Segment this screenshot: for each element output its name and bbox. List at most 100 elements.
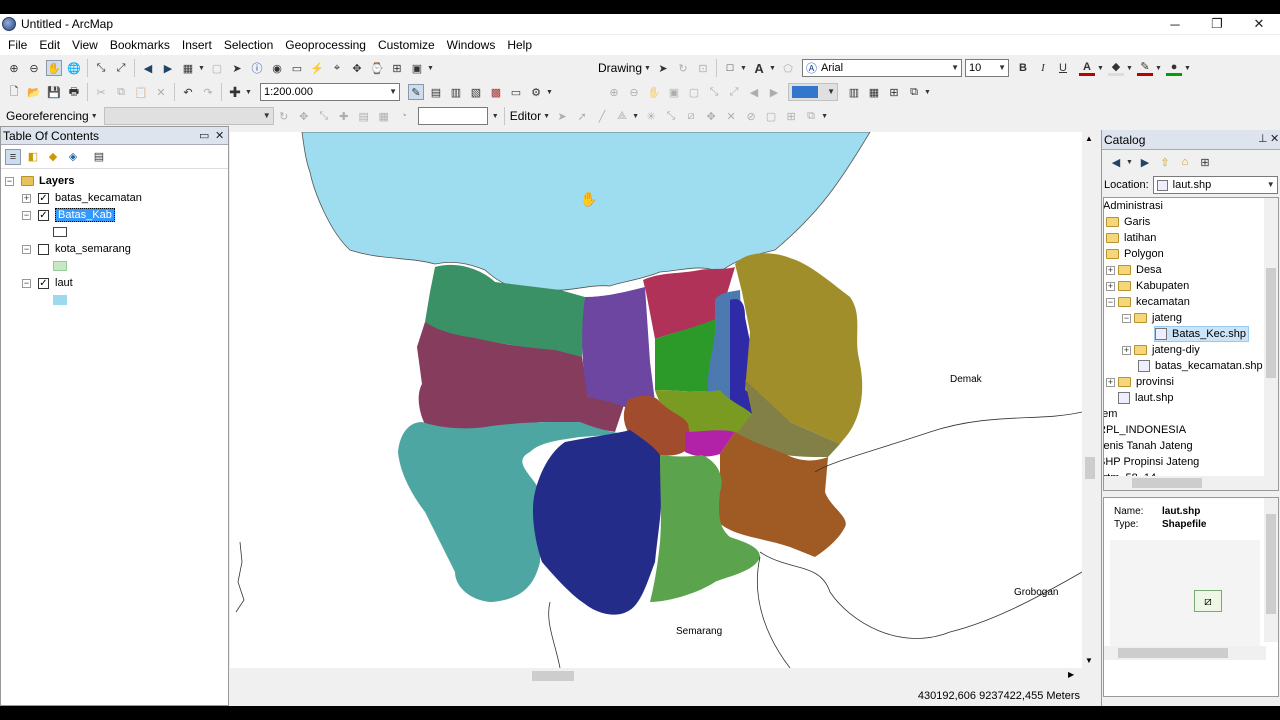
- close-button[interactable]: ✕: [1238, 14, 1280, 34]
- layer-symbol-swatch[interactable]: [53, 261, 67, 271]
- chevron-down-icon[interactable]: ▼: [1126, 65, 1133, 72]
- list-by-selection-icon[interactable]: ◈: [65, 149, 81, 165]
- chevron-down-icon[interactable]: ▼: [769, 65, 776, 72]
- minimize-button[interactable]: ─: [1154, 14, 1196, 34]
- chevron-down-icon[interactable]: ▼: [1097, 65, 1104, 72]
- select-features-icon[interactable]: ▦: [180, 60, 196, 76]
- catalog-tree[interactable]: Administrasi Garis latihan Polygon + Desa…: [1103, 197, 1279, 491]
- map-canvas[interactable]: Demak Grobogan Semarang ✋: [230, 132, 1082, 668]
- close-icon[interactable]: ✕: [1270, 132, 1279, 145]
- select-elements-icon[interactable]: ➤: [655, 60, 671, 76]
- preview-vertical-scrollbar[interactable]: [1264, 498, 1278, 642]
- catalog-tree-item[interactable]: batas_kecamatan.shp: [1138, 358, 1263, 374]
- python-window-icon[interactable]: ▭: [508, 84, 524, 100]
- collapse-icon[interactable]: −: [22, 210, 31, 220]
- pin-icon[interactable]: ⊥: [1258, 132, 1268, 145]
- collapse-icon[interactable]: −: [1106, 297, 1115, 307]
- layer-symbol-row[interactable]: [53, 258, 67, 274]
- georef-rotation-input[interactable]: [417, 107, 488, 125]
- region-polygon[interactable]: [582, 287, 655, 407]
- catalog-tree-item[interactable]: latihan: [1106, 230, 1156, 246]
- close-icon[interactable]: ✕: [215, 129, 224, 142]
- menu-geoprocessing[interactable]: Geoprocessing: [279, 38, 372, 52]
- layer-symbol-row[interactable]: [53, 224, 67, 240]
- fixed-zoom-in-icon[interactable]: ⤡: [93, 60, 109, 76]
- chevron-down-icon[interactable]: ▼: [632, 113, 639, 120]
- time-slider-icon[interactable]: ⌚: [369, 60, 385, 76]
- full-extent-globe-icon[interactable]: 🌐: [66, 60, 82, 76]
- catalog-tree-item-selected[interactable]: Batas_Kec.shp: [1154, 326, 1249, 342]
- marker-color-icon[interactable]: ●: [1166, 60, 1183, 76]
- find-binoculars-icon[interactable]: ⌖: [329, 60, 345, 76]
- list-by-visibility-icon[interactable]: ◆: [45, 149, 61, 165]
- expand-icon[interactable]: +: [1106, 377, 1115, 387]
- toggle-draft-mode-icon[interactable]: ▥: [846, 84, 862, 100]
- menu-help[interactable]: Help: [501, 38, 538, 52]
- catalog-tree-item[interactable]: + provinsi: [1106, 374, 1174, 390]
- font-color-icon[interactable]: A: [1079, 60, 1096, 76]
- font-size-combo[interactable]: 10 ▼: [965, 59, 1010, 77]
- collapse-icon[interactable]: −: [1122, 313, 1131, 323]
- line-color-pen-icon[interactable]: ✎: [1137, 60, 1154, 76]
- layer-name-selected[interactable]: Batas_Kab: [55, 208, 115, 222]
- menu-edit[interactable]: Edit: [33, 38, 66, 52]
- select-elements-arrow-icon[interactable]: ➤: [229, 60, 245, 76]
- catalog-tree-item[interactable]: Polygon: [1106, 246, 1164, 262]
- catalog-tree-item[interactable]: + Desa: [1106, 262, 1162, 278]
- chevron-down-icon[interactable]: ▼: [644, 65, 651, 72]
- drawing-menu-button[interactable]: Drawing: [596, 61, 644, 75]
- scroll-thumb[interactable]: [532, 671, 574, 681]
- undo-icon[interactable]: ↶: [180, 84, 196, 100]
- scroll-up-icon[interactable]: ▲: [1085, 134, 1093, 143]
- add-data-icon[interactable]: ✚: [227, 84, 243, 100]
- change-layout-icon[interactable]: ⊞: [886, 84, 902, 100]
- georeferencing-menu-button[interactable]: Georeferencing: [4, 109, 91, 123]
- catalog-tree-item[interactable]: − kecamatan: [1106, 294, 1190, 310]
- scroll-down-icon[interactable]: ▼: [1085, 656, 1093, 665]
- rectangle-icon[interactable]: □: [722, 60, 738, 76]
- chevron-down-icon[interactable]: ▼: [91, 113, 98, 120]
- region-polygon[interactable]: [532, 430, 662, 615]
- auto-hide-icon[interactable]: ▭: [199, 129, 209, 142]
- underline-button[interactable]: U: [1055, 60, 1071, 76]
- open-folder-icon[interactable]: 📂: [26, 84, 42, 100]
- create-viewer-icon[interactable]: ⊞: [389, 60, 405, 76]
- layer-symbol-swatch[interactable]: [53, 295, 67, 305]
- catalog-tree-item[interactable]: Jenis Tanah Jateng: [1104, 438, 1193, 454]
- bold-button[interactable]: B: [1015, 60, 1031, 76]
- menu-file[interactable]: File: [2, 38, 33, 52]
- catalog-vertical-scrollbar[interactable]: [1264, 198, 1278, 490]
- scroll-right-icon[interactable]: ▶: [1068, 670, 1074, 679]
- editor-menu-button[interactable]: Editor: [508, 109, 543, 123]
- fill-color-bucket-icon[interactable]: ◆: [1108, 60, 1125, 76]
- catalog-tree-item[interactable]: + Kabupaten: [1106, 278, 1189, 294]
- expand-icon[interactable]: +: [1106, 265, 1115, 275]
- chevron-down-icon[interactable]: ▼: [1155, 65, 1162, 72]
- focus-data-frame-icon[interactable]: ▦: [866, 84, 882, 100]
- toc-layer-row[interactable]: − ✓ laut: [22, 275, 73, 291]
- menu-customize[interactable]: Customize: [372, 38, 441, 52]
- zoom-out-icon[interactable]: ⊖: [26, 60, 42, 76]
- italic-button[interactable]: I: [1035, 60, 1051, 76]
- forward-arrow-icon[interactable]: ▶: [1137, 154, 1153, 170]
- scroll-thumb[interactable]: [1266, 268, 1276, 378]
- catalog-tree-item[interactable]: − jateng: [1122, 310, 1182, 326]
- search-window-icon[interactable]: ▧: [468, 84, 484, 100]
- map-scale-combo[interactable]: 1:200.000 ▼: [260, 83, 400, 101]
- map-display[interactable]: Demak Grobogan Semarang ✋: [230, 132, 1082, 668]
- preview-horizontal-scrollbar[interactable]: [1104, 646, 1266, 660]
- expand-icon[interactable]: +: [22, 193, 31, 203]
- list-by-source-icon[interactable]: ◧: [25, 149, 41, 165]
- scroll-thumb[interactable]: [1085, 457, 1095, 479]
- maximize-button[interactable]: ❐: [1196, 14, 1238, 34]
- up-one-level-icon[interactable]: ⇧: [1157, 154, 1173, 170]
- catalog-tree-item[interactable]: + jateng-diy: [1122, 342, 1200, 358]
- chevron-down-icon[interactable]: ▼: [198, 65, 205, 72]
- layer-visibility-checkbox[interactable]: ✓: [38, 277, 49, 289]
- location-combo[interactable]: laut.shp ▼: [1152, 176, 1278, 194]
- chevron-down-icon[interactable]: ▼: [1184, 65, 1191, 72]
- text-tool-icon[interactable]: A: [751, 60, 767, 76]
- menu-windows[interactable]: Windows: [441, 38, 502, 52]
- go-to-xy-icon[interactable]: ✥: [349, 60, 365, 76]
- print-icon[interactable]: 🖶: [66, 84, 82, 100]
